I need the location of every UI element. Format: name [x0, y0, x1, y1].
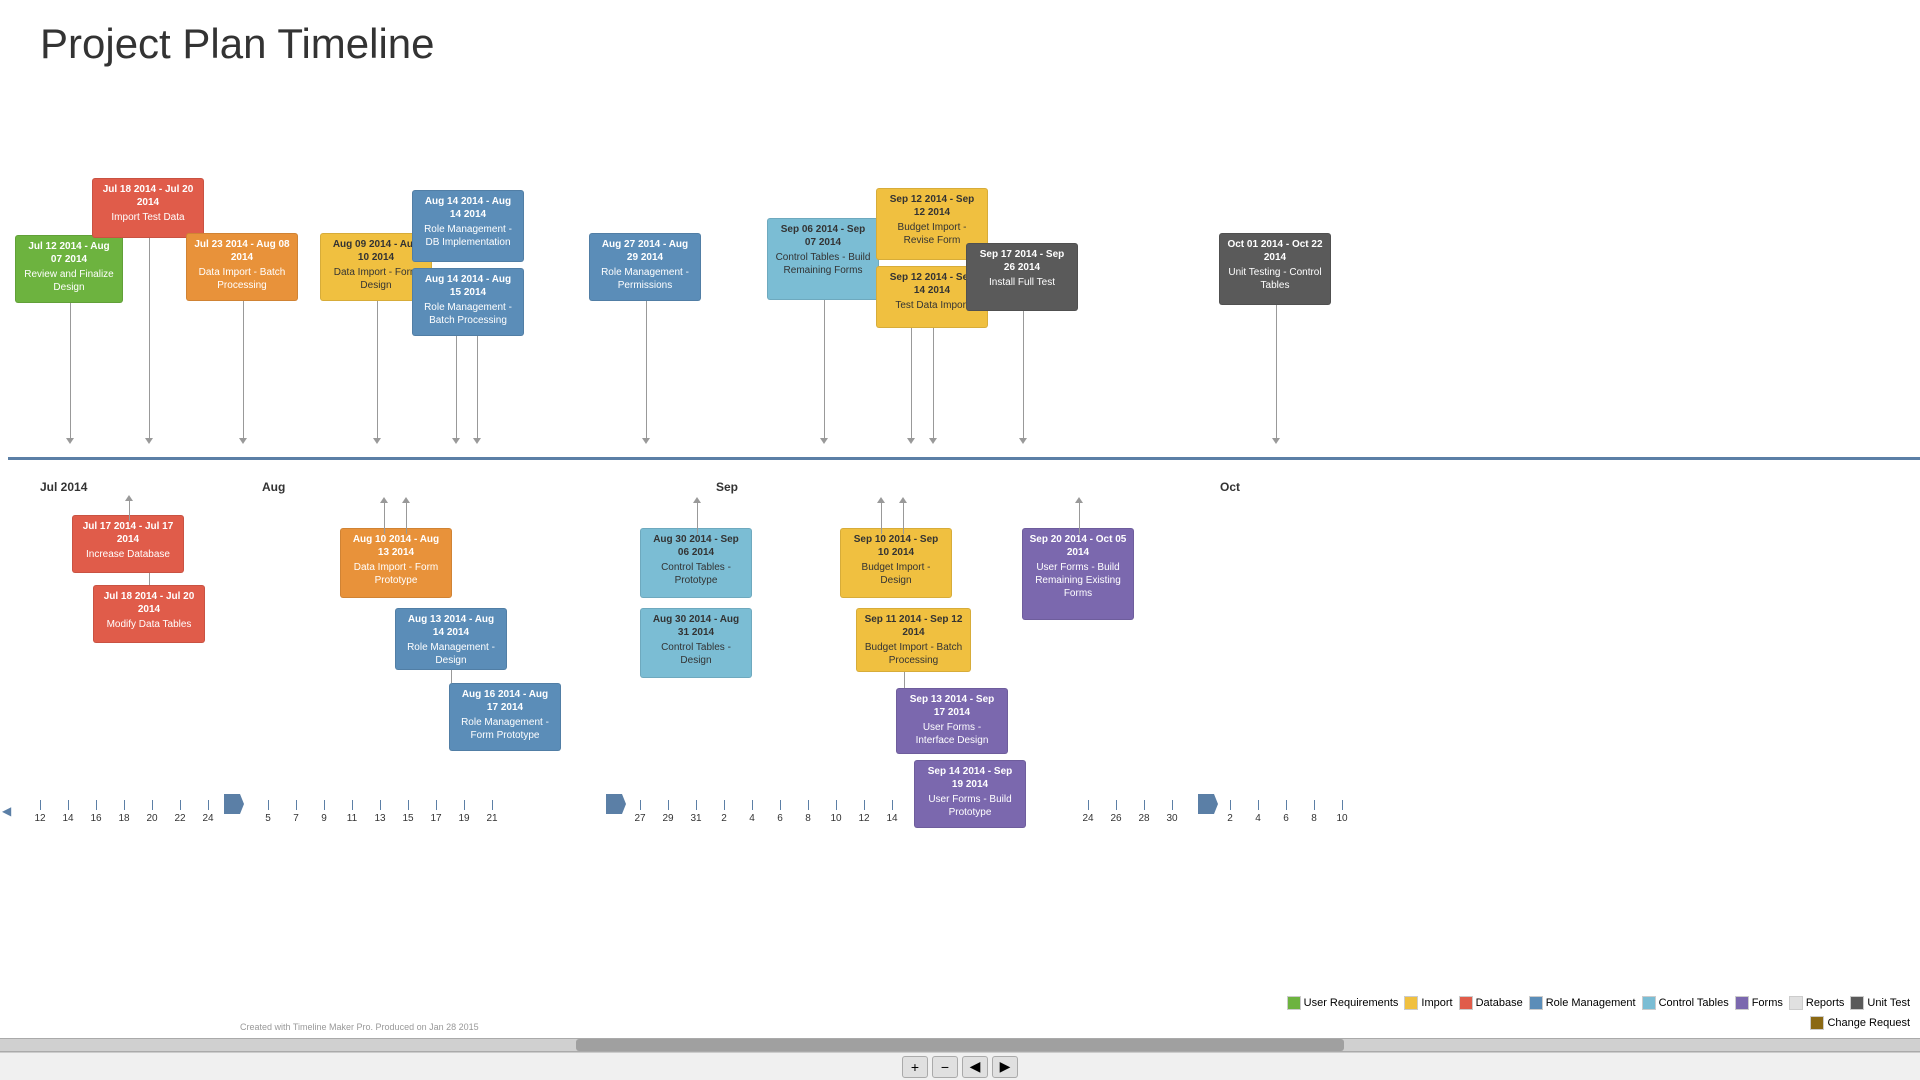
arrow-t3 [242, 301, 244, 444]
month-jul: Jul 2014 [40, 480, 87, 494]
zoom-out-btn[interactable]: − [932, 1056, 958, 1078]
month-oct: Oct [1220, 480, 1240, 494]
b9-b10-line [904, 672, 905, 688]
arrow-t4 [376, 301, 378, 444]
task-import-test-data[interactable]: Jul 18 2014 - Jul 20 2014 Import Test Da… [92, 178, 204, 238]
task-control-tables-proto[interactable]: Aug 30 2014 - Sep 06 2014 Control Tables… [640, 528, 752, 598]
scrollbar-thumb[interactable] [576, 1039, 1344, 1051]
created-label: Created with Timeline Maker Pro. Produce… [240, 1022, 479, 1032]
arrow-t8 [823, 300, 825, 444]
legend-unit-test: Unit Test [1850, 996, 1910, 1010]
arrow-b8a [880, 497, 882, 534]
bottom-controls: + − ◀ ▶ [0, 1052, 1920, 1080]
timeline-area: Jul 12 2014 - Aug 07 2014 Review and Fin… [0, 90, 1920, 1080]
oct-divider [1198, 794, 1218, 814]
task-install-full-test[interactable]: Sep 17 2014 - Sep 26 2014 Install Full T… [966, 243, 1078, 311]
legend-color-database [1459, 996, 1473, 1010]
legend-role-mgmt: Role Management [1529, 996, 1636, 1010]
legend-reports: Reports [1789, 996, 1845, 1010]
arrow-t11 [1022, 311, 1024, 444]
task-control-tables-design[interactable]: Aug 30 2014 - Aug 31 2014 Control Tables… [640, 608, 752, 678]
zoom-in-btn[interactable]: + [902, 1056, 928, 1078]
task-role-mgmt-perms[interactable]: Aug 27 2014 - Aug 29 2014 Role Managemen… [589, 233, 701, 301]
arrow-b8b [902, 497, 904, 534]
arrow-t12 [1275, 305, 1277, 444]
arrow-t5 [455, 336, 457, 444]
month-aug: Aug [262, 480, 285, 494]
legend-control-tables: Control Tables [1642, 996, 1729, 1010]
arrow-t5b [476, 336, 478, 444]
legend-database: Database [1459, 996, 1523, 1010]
nav-left-btn[interactable]: ◀ [962, 1056, 988, 1078]
page-title: Project Plan Timeline [40, 20, 435, 68]
task-control-tables-build[interactable]: Sep 06 2014 - Sep 07 2014 Control Tables… [767, 218, 879, 300]
nav-right-btn[interactable]: ▶ [992, 1056, 1018, 1078]
legend-color-reports [1789, 996, 1803, 1010]
task-role-mgmt-form-proto[interactable]: Aug 16 2014 - Aug 17 2014 Role Managemen… [449, 683, 561, 751]
sep-divider [606, 794, 626, 814]
legend-color-change-req [1810, 1016, 1824, 1030]
timeline-ticks: ◀ 12 14 16 18 20 22 24 5 7 9 11 13 15 1 [0, 444, 1920, 484]
arrow-b6 [696, 497, 698, 534]
legend-color-forms [1735, 996, 1749, 1010]
task-modify-data-tables[interactable]: Jul 18 2014 - Jul 20 2014 Modify Data Ta… [93, 585, 205, 643]
legend-color-control-tables [1642, 996, 1656, 1010]
timeline-left-arrow[interactable]: ◀ [2, 804, 11, 818]
b4-b5-line [451, 670, 452, 683]
legend-color-unit-test [1850, 996, 1864, 1010]
task-budget-import-design[interactable]: Sep 10 2014 - Sep 10 2014 Budget Import … [840, 528, 952, 598]
arrow-b1 [128, 495, 130, 521]
legend-color-import [1404, 996, 1418, 1010]
arrow-b3b [405, 497, 407, 534]
task-budget-import-batch[interactable]: Sep 11 2014 - Sep 12 2014 Budget Import … [856, 608, 971, 672]
arrow-t9 [910, 328, 912, 444]
legend-forms: Forms [1735, 996, 1783, 1010]
task-user-forms-build-proto[interactable]: Sep 14 2014 - Sep 19 2014 User Forms - B… [914, 760, 1026, 828]
task-unit-testing-control[interactable]: Oct 01 2014 - Oct 22 2014 Unit Testing -… [1219, 233, 1331, 305]
arrow-t10 [932, 328, 934, 444]
task-data-import-batch[interactable]: Jul 23 2014 - Aug 08 2014 Data Import - … [186, 233, 298, 301]
arrow-t2 [148, 238, 150, 444]
task-role-mgmt-design[interactable]: Aug 13 2014 - Aug 14 2014 Role Managemen… [395, 608, 507, 670]
month-sep: Sep [716, 480, 738, 494]
legend-color-role-mgmt [1529, 996, 1543, 1010]
legend-user-req: User Requirements [1287, 996, 1399, 1010]
legend-color-user-req [1287, 996, 1301, 1010]
b1-b2-line [149, 573, 150, 585]
legend: User Requirements Import Database Role M… [1210, 996, 1910, 1030]
aug-divider [224, 794, 244, 814]
task-user-forms-remaining[interactable]: Sep 20 2014 - Oct 05 2014 User Forms - B… [1022, 528, 1134, 620]
arrow-t7 [645, 301, 647, 444]
task-role-mgmt-batch[interactable]: Aug 14 2014 - Aug 15 2014 Role Managemen… [412, 268, 524, 336]
task-increase-database[interactable]: Jul 17 2014 - Jul 17 2014 Increase Datab… [72, 515, 184, 573]
legend-import: Import [1404, 996, 1452, 1010]
task-user-forms-interface[interactable]: Sep 13 2014 - Sep 17 2014 User Forms - I… [896, 688, 1008, 754]
arrow-b12 [1078, 497, 1080, 534]
task-role-mgmt-db[interactable]: Aug 14 2014 - Aug 14 2014 Role Managemen… [412, 190, 524, 262]
arrow-t1 [69, 303, 71, 444]
arrow-b3a [383, 497, 385, 534]
legend-change-req: Change Request [1810, 1016, 1910, 1030]
task-data-import-form-proto[interactable]: Aug 10 2014 - Aug 13 2014 Data Import - … [340, 528, 452, 598]
scrollbar[interactable] [0, 1038, 1920, 1052]
task-review-finalize[interactable]: Jul 12 2014 - Aug 07 2014 Review and Fin… [15, 235, 123, 303]
